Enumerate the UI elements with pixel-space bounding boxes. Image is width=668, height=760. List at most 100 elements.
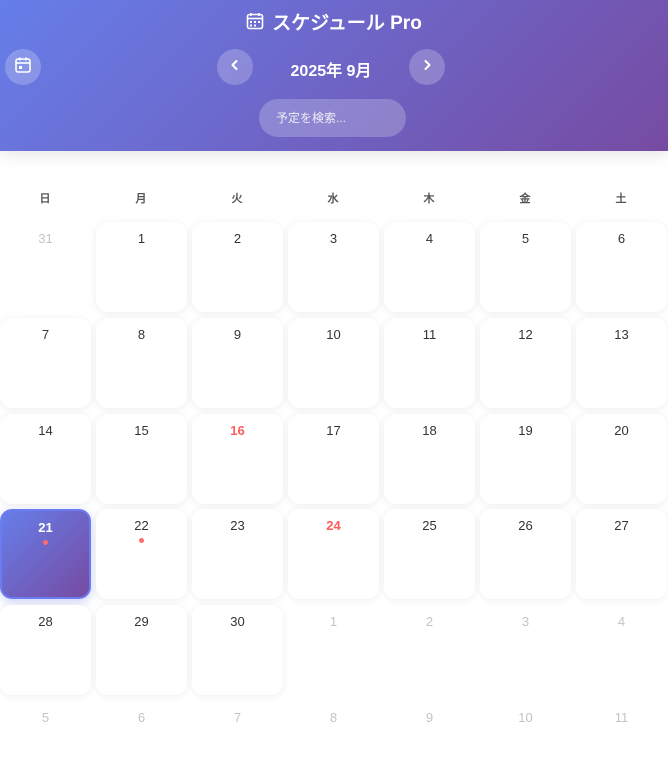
day-number: 10 [326,327,341,342]
today-button[interactable] [5,49,41,85]
day-cell[interactable]: 25 [384,509,475,599]
day-number: 25 [422,518,437,533]
weekday-label: 木 [423,193,435,205]
day-cell-other-month: 31 [0,222,91,312]
day-cell[interactable]: 2 [192,222,283,312]
weekday-label: 月 [135,193,147,205]
chevron-right-icon [421,58,433,76]
day-number: 12 [518,327,533,342]
day-number: 3 [521,614,530,629]
event-dot [139,538,144,543]
day-cell[interactable]: 9 [192,318,283,408]
day-number: 31 [38,231,53,246]
day-cell[interactable]: 6 [576,222,667,312]
day-number: 14 [38,423,53,438]
prev-month-button[interactable] [217,49,253,85]
day-number: 23 [230,518,245,533]
day-cell-other-month: 1 [288,605,379,695]
day-number: 17 [326,423,341,438]
day-cell[interactable]: 3 [288,222,379,312]
day-cell[interactable]: 23 [192,509,283,599]
day-cell-other-month: 9 [384,701,475,760]
day-number: 11 [422,327,437,342]
day-number: 22 [134,518,149,533]
day-cell[interactable]: 26 [480,509,571,599]
day-cell[interactable]: 18 [384,414,475,504]
day-number: 18 [422,423,437,438]
day-cell[interactable]: 1 [96,222,187,312]
day-cell-other-month: 8 [288,701,379,760]
day-cell[interactable]: 4 [384,222,475,312]
day-number: 13 [614,327,629,342]
day-cell[interactable]: 20 [576,414,667,504]
weekday-header: 日月火水木金土 [0,190,668,208]
current-month-label: 2025年 9月 [290,63,372,80]
next-month-button[interactable] [409,49,445,85]
day-cell[interactable]: 28 [0,605,91,695]
day-cell-other-month: 4 [576,605,667,695]
day-number: 21 [38,520,53,535]
day-cell-other-month: 10 [480,701,571,760]
day-cell[interactable]: 29 [96,605,187,695]
day-cell[interactable]: 24 [288,509,379,599]
day-cell-other-month: 11 [576,701,667,760]
day-cell-other-month: 7 [192,701,283,760]
day-cell[interactable]: 16 [192,414,283,504]
day-number: 5 [521,231,530,246]
day-number: 2 [233,231,242,246]
day-number: 9 [233,327,242,342]
day-number: 8 [329,710,338,725]
day-cell[interactable]: 22 [96,509,187,599]
day-cell[interactable]: 10 [288,318,379,408]
day-cell[interactable]: 30 [192,605,283,695]
calendar-grid: 31 1 2 3 4 5 6 7 8 9 10 11 12 13 14 15 16 17 18 19 20 21 22 23 2… [0,222,668,760]
weekday-label: 日 [39,193,51,205]
day-cell[interactable]: 5 [480,222,571,312]
app-title-text: スケジュール Pro [272,12,422,34]
day-cell[interactable]: 19 [480,414,571,504]
day-cell[interactable]: 12 [480,318,571,408]
event-dot [43,540,48,545]
calendar-today-icon [14,56,32,79]
chevron-left-icon [229,58,241,76]
day-cell[interactable]: 8 [96,318,187,408]
day-cell[interactable]: 11 [384,318,475,408]
day-number: 19 [518,423,533,438]
weekday-label: 火 [231,193,243,205]
day-number: 6 [137,710,146,725]
day-number: 6 [617,231,626,246]
day-number: 1 [137,231,146,246]
day-cell[interactable]: 17 [288,414,379,504]
day-cell[interactable]: 13 [576,318,667,408]
day-number: 29 [134,614,149,629]
weekday-label: 金 [519,193,531,205]
weekday-label: 水 [327,193,339,205]
day-cell[interactable]: 15 [96,414,187,504]
day-number: 3 [329,231,338,246]
day-number: 20 [614,423,629,438]
day-number: 16 [230,423,245,438]
day-cell-other-month: 5 [0,701,91,760]
day-number: 26 [518,518,533,533]
day-cell[interactable]: 14 [0,414,91,504]
day-number: 9 [425,710,434,725]
day-cell-selected[interactable]: 21 [0,509,91,599]
day-number: 15 [134,423,149,438]
day-number: 24 [326,518,341,533]
day-number: 7 [41,327,50,342]
day-number: 28 [38,614,53,629]
day-number: 27 [614,518,629,533]
day-number: 30 [230,614,245,629]
day-number: 11 [614,710,629,725]
app-header: スケジュール Pro 2025年 9月 [0,0,668,151]
day-number: 4 [617,614,626,629]
day-cell-other-month: 6 [96,701,187,760]
day-number: 1 [329,614,338,629]
day-number: 4 [425,231,434,246]
search-input[interactable] [259,99,406,137]
day-cell[interactable]: 7 [0,318,91,408]
day-number: 2 [425,614,434,629]
day-number: 5 [41,710,50,725]
day-number: 10 [518,710,533,725]
day-cell[interactable]: 27 [576,509,667,599]
